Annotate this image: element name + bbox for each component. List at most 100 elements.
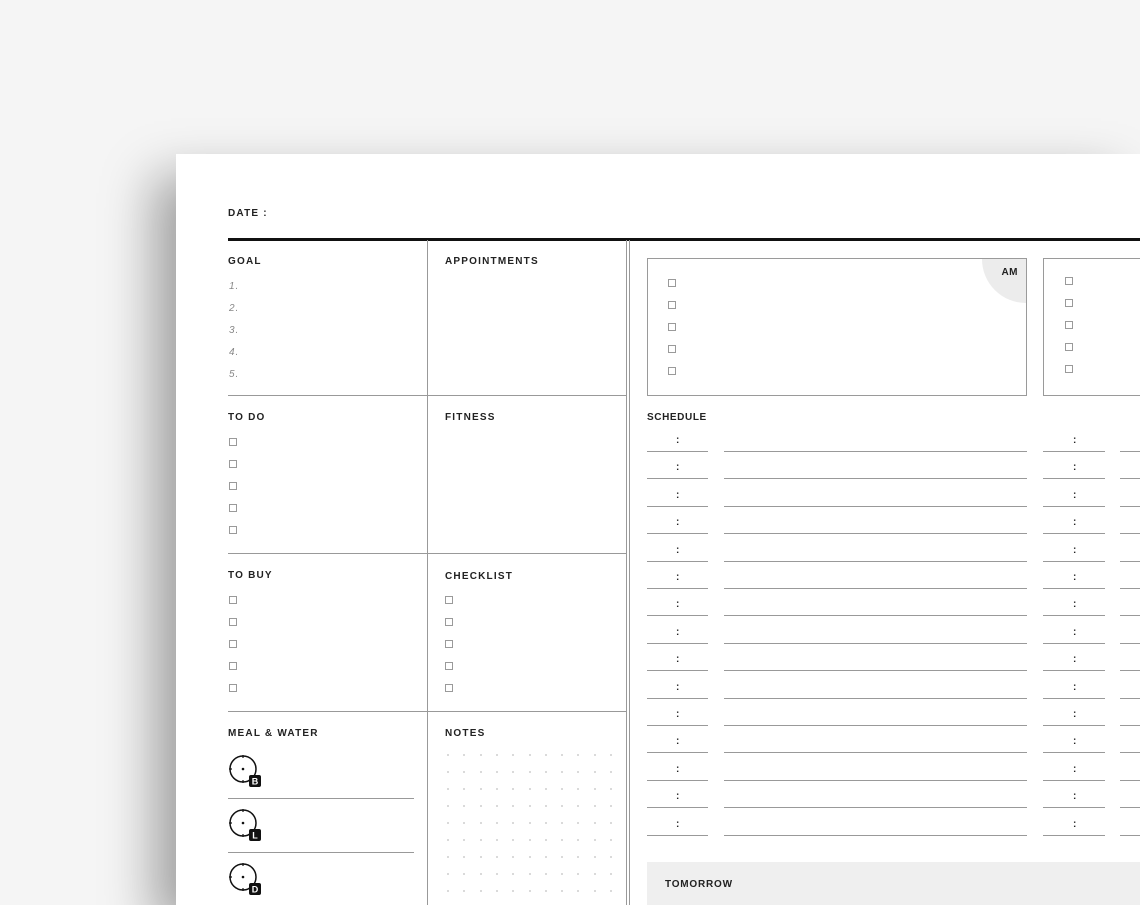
time-line[interactable]	[1043, 478, 1105, 480]
time-line[interactable]	[1043, 670, 1105, 672]
to-buy-checkbox[interactable]	[229, 684, 237, 692]
time-separator: :	[676, 736, 680, 748]
checklist-checkbox[interactable]	[445, 684, 453, 692]
pm-checkbox[interactable]	[1065, 277, 1073, 285]
todo-checkbox[interactable]	[229, 438, 237, 446]
time-line[interactable]	[647, 451, 708, 452]
entry-line[interactable]	[1120, 505, 1140, 507]
time-separator: :	[1073, 791, 1077, 803]
pm-checkbox[interactable]	[1065, 343, 1073, 351]
entry-line[interactable]	[1120, 779, 1140, 781]
entry-line[interactable]	[1120, 615, 1140, 617]
time-line[interactable]	[647, 752, 708, 754]
notes-title: NOTES	[445, 728, 486, 739]
entry-line[interactable]	[724, 560, 1027, 562]
time-line[interactable]	[647, 779, 708, 781]
entry-line[interactable]	[724, 505, 1027, 507]
time-line[interactable]	[647, 533, 708, 535]
todo-checkbox[interactable]	[229, 526, 237, 534]
time-separator: :	[676, 435, 680, 446]
to-buy-checkbox[interactable]	[229, 596, 237, 604]
time-line[interactable]	[1043, 615, 1105, 617]
time-line[interactable]	[1043, 505, 1105, 507]
time-line[interactable]	[647, 834, 708, 836]
entry-line[interactable]	[724, 697, 1027, 699]
entry-line[interactable]	[724, 807, 1027, 809]
entry-line[interactable]	[724, 834, 1027, 836]
entry-line[interactable]	[724, 533, 1027, 535]
pm-checkbox[interactable]	[1065, 365, 1073, 373]
entry-line[interactable]	[1120, 752, 1140, 754]
am-badge	[982, 259, 1026, 303]
entry-line[interactable]	[1120, 697, 1140, 699]
time-line[interactable]	[647, 505, 708, 507]
time-line[interactable]	[1043, 697, 1105, 699]
entry-line[interactable]	[724, 670, 1027, 672]
am-checkbox[interactable]	[668, 345, 676, 353]
time-line[interactable]	[1043, 560, 1105, 562]
entry-line[interactable]	[724, 779, 1027, 781]
entry-line[interactable]	[724, 642, 1027, 644]
am-checkbox[interactable]	[668, 301, 676, 309]
checklist-checkbox[interactable]	[445, 618, 453, 626]
clock-dinner-icon: D	[229, 863, 261, 895]
entry-line[interactable]	[724, 588, 1027, 589]
note-dot	[593, 856, 596, 858]
time-line[interactable]	[1043, 642, 1105, 644]
entry-line[interactable]	[724, 615, 1027, 617]
entry-line[interactable]	[724, 725, 1027, 726]
time-line[interactable]	[647, 478, 708, 480]
time-line[interactable]	[1043, 533, 1105, 535]
time-line[interactable]	[1043, 725, 1105, 726]
note-dot	[561, 822, 564, 824]
time-line[interactable]	[647, 642, 708, 644]
entry-line[interactable]	[1120, 670, 1140, 672]
note-dot	[544, 771, 547, 773]
time-line[interactable]	[1043, 834, 1105, 836]
checklist-checkbox[interactable]	[445, 596, 453, 604]
entry-line[interactable]	[724, 478, 1027, 480]
time-line[interactable]	[647, 588, 708, 589]
entry-line[interactable]	[1120, 560, 1140, 562]
time-line[interactable]	[1043, 588, 1105, 589]
am-checkbox[interactable]	[668, 367, 676, 375]
checklist-checkbox[interactable]	[445, 662, 453, 670]
time-line[interactable]	[647, 560, 708, 562]
to-buy-checkbox[interactable]	[229, 662, 237, 670]
time-line[interactable]	[647, 725, 708, 726]
todo-checkbox[interactable]	[229, 460, 237, 468]
checklist-checkbox[interactable]	[445, 640, 453, 648]
note-dot	[561, 856, 564, 858]
entry-line[interactable]	[1120, 588, 1140, 589]
note-dot	[577, 856, 580, 858]
time-separator: :	[1073, 654, 1077, 666]
note-dot	[479, 890, 482, 892]
entry-line[interactable]	[724, 752, 1027, 754]
entry-line[interactable]	[724, 451, 1027, 452]
entry-line[interactable]	[1120, 807, 1140, 809]
todo-checkbox[interactable]	[229, 504, 237, 512]
time-line[interactable]	[1043, 807, 1105, 809]
time-line[interactable]	[1043, 752, 1105, 754]
entry-line[interactable]	[1120, 642, 1140, 644]
time-line[interactable]	[1043, 779, 1105, 781]
am-checkbox[interactable]	[668, 323, 676, 331]
entry-line[interactable]	[1120, 451, 1140, 452]
time-line[interactable]	[647, 807, 708, 809]
to-buy-checkbox[interactable]	[229, 618, 237, 626]
entry-line[interactable]	[1120, 478, 1140, 480]
entry-line[interactable]	[1120, 725, 1140, 726]
note-dot	[479, 754, 482, 756]
pm-checkbox[interactable]	[1065, 299, 1073, 307]
entry-line[interactable]	[1120, 533, 1140, 535]
pm-checkbox[interactable]	[1065, 321, 1073, 329]
to-buy-checkbox[interactable]	[229, 640, 237, 648]
entry-line[interactable]	[1120, 834, 1140, 836]
time-line[interactable]	[647, 697, 708, 699]
time-line[interactable]	[647, 615, 708, 617]
todo-checkbox[interactable]	[229, 482, 237, 490]
note-dot	[610, 788, 612, 790]
time-line[interactable]	[1043, 451, 1105, 452]
am-checkbox[interactable]	[668, 279, 676, 287]
time-line[interactable]	[647, 670, 708, 672]
